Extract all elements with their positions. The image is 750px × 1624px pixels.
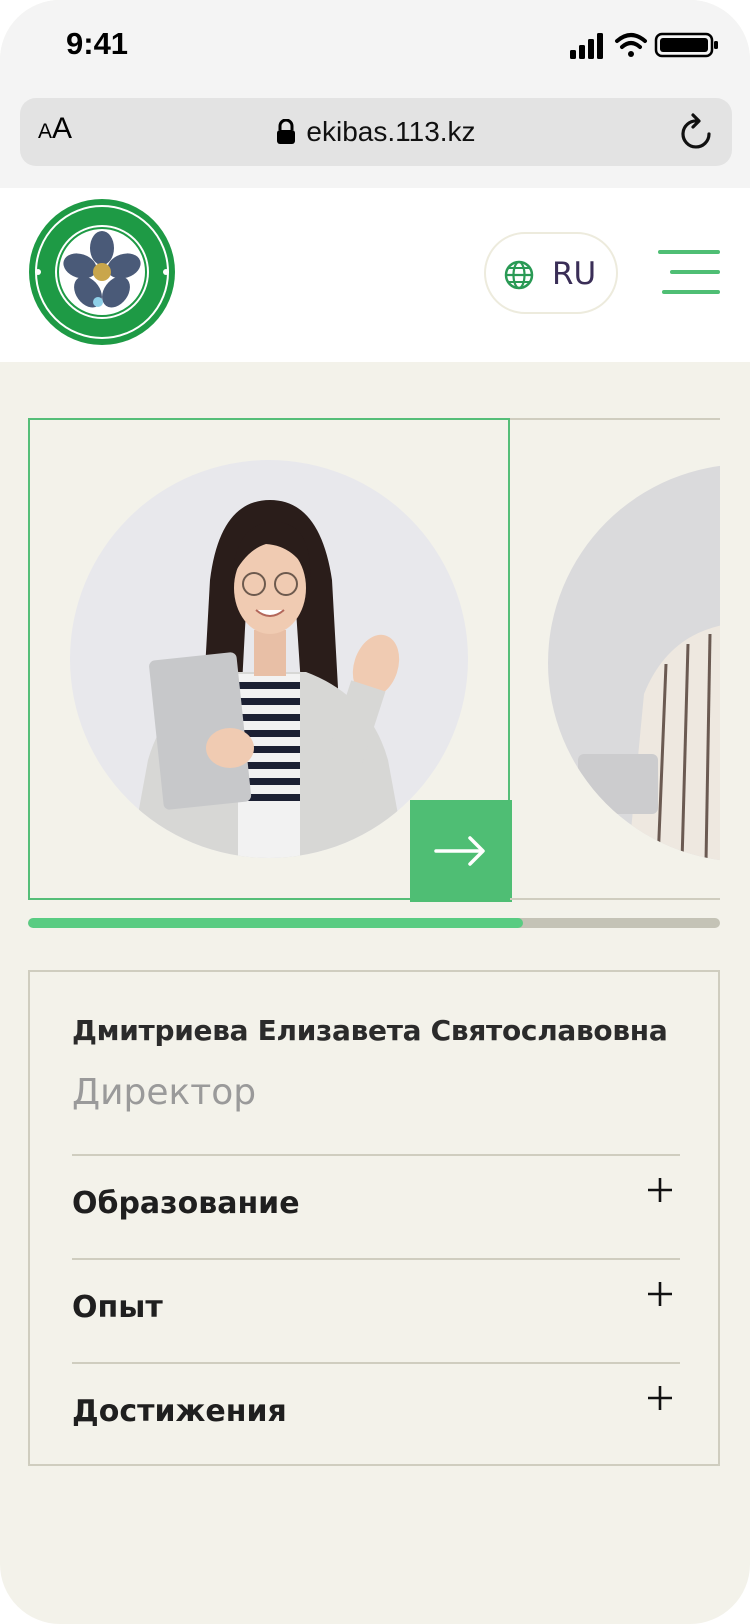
language-switcher[interactable]: RU [484,232,618,314]
wifi-icon [615,33,647,57]
staff-slide-next[interactable] [510,418,720,900]
globe-icon [504,260,534,290]
language-label: RU [552,256,597,292]
status-bar: 9:41 [0,0,750,92]
phone-screen: 9:41 AA ekibas.113.kz RU Дмитриева Елиза… [0,0,750,1624]
staff-photo [548,464,720,862]
battery-icon [654,32,718,58]
carousel-progress [28,918,720,928]
school-logo[interactable] [28,198,176,346]
status-time: 9:41 [66,26,129,61]
staff-role: Директор [72,1072,257,1113]
accordion-achievements[interactable]: Достижения [72,1362,680,1468]
staff-slide-active[interactable] [28,418,512,902]
signal-icon [570,33,603,59]
menu-line [658,250,720,254]
accordion-label: Достижения [72,1394,287,1429]
carousel-progress-fill [28,918,523,928]
next-slide-button[interactable] [410,800,512,902]
address-bar[interactable]: AA ekibas.113.kz [20,98,732,166]
site-header: RU [0,188,750,362]
accordion-education[interactable]: Образование [72,1154,680,1260]
browser-toolbar: AA ekibas.113.kz [0,92,750,188]
plus-icon[interactable] [646,1176,674,1204]
plus-icon[interactable] [646,1384,674,1412]
staff-name: Дмитриева Елизавета Святославовна [72,1014,668,1047]
menu-line [670,270,720,274]
lock-icon [277,118,296,144]
staff-photo-illustration [130,500,406,858]
accordion-label: Образование [72,1186,300,1221]
accordion-label: Опыт [72,1290,163,1325]
url-text: ekibas.113.kz [306,116,476,147]
url-display[interactable]: ekibas.113.kz [20,116,732,148]
reload-icon[interactable] [678,112,716,152]
staff-photo-illustration [578,625,720,862]
menu-line [662,290,720,294]
accordion-experience[interactable]: Опыт [72,1258,680,1364]
arrow-right-icon [434,836,485,866]
staff-carousel[interactable] [28,418,720,902]
plus-icon[interactable] [646,1280,674,1308]
menu-icon[interactable] [658,250,720,296]
staff-photo [70,460,468,858]
status-icons [570,32,718,59]
staff-info-card: Дмитриева Елизавета Святославовна Директ… [28,970,720,1466]
